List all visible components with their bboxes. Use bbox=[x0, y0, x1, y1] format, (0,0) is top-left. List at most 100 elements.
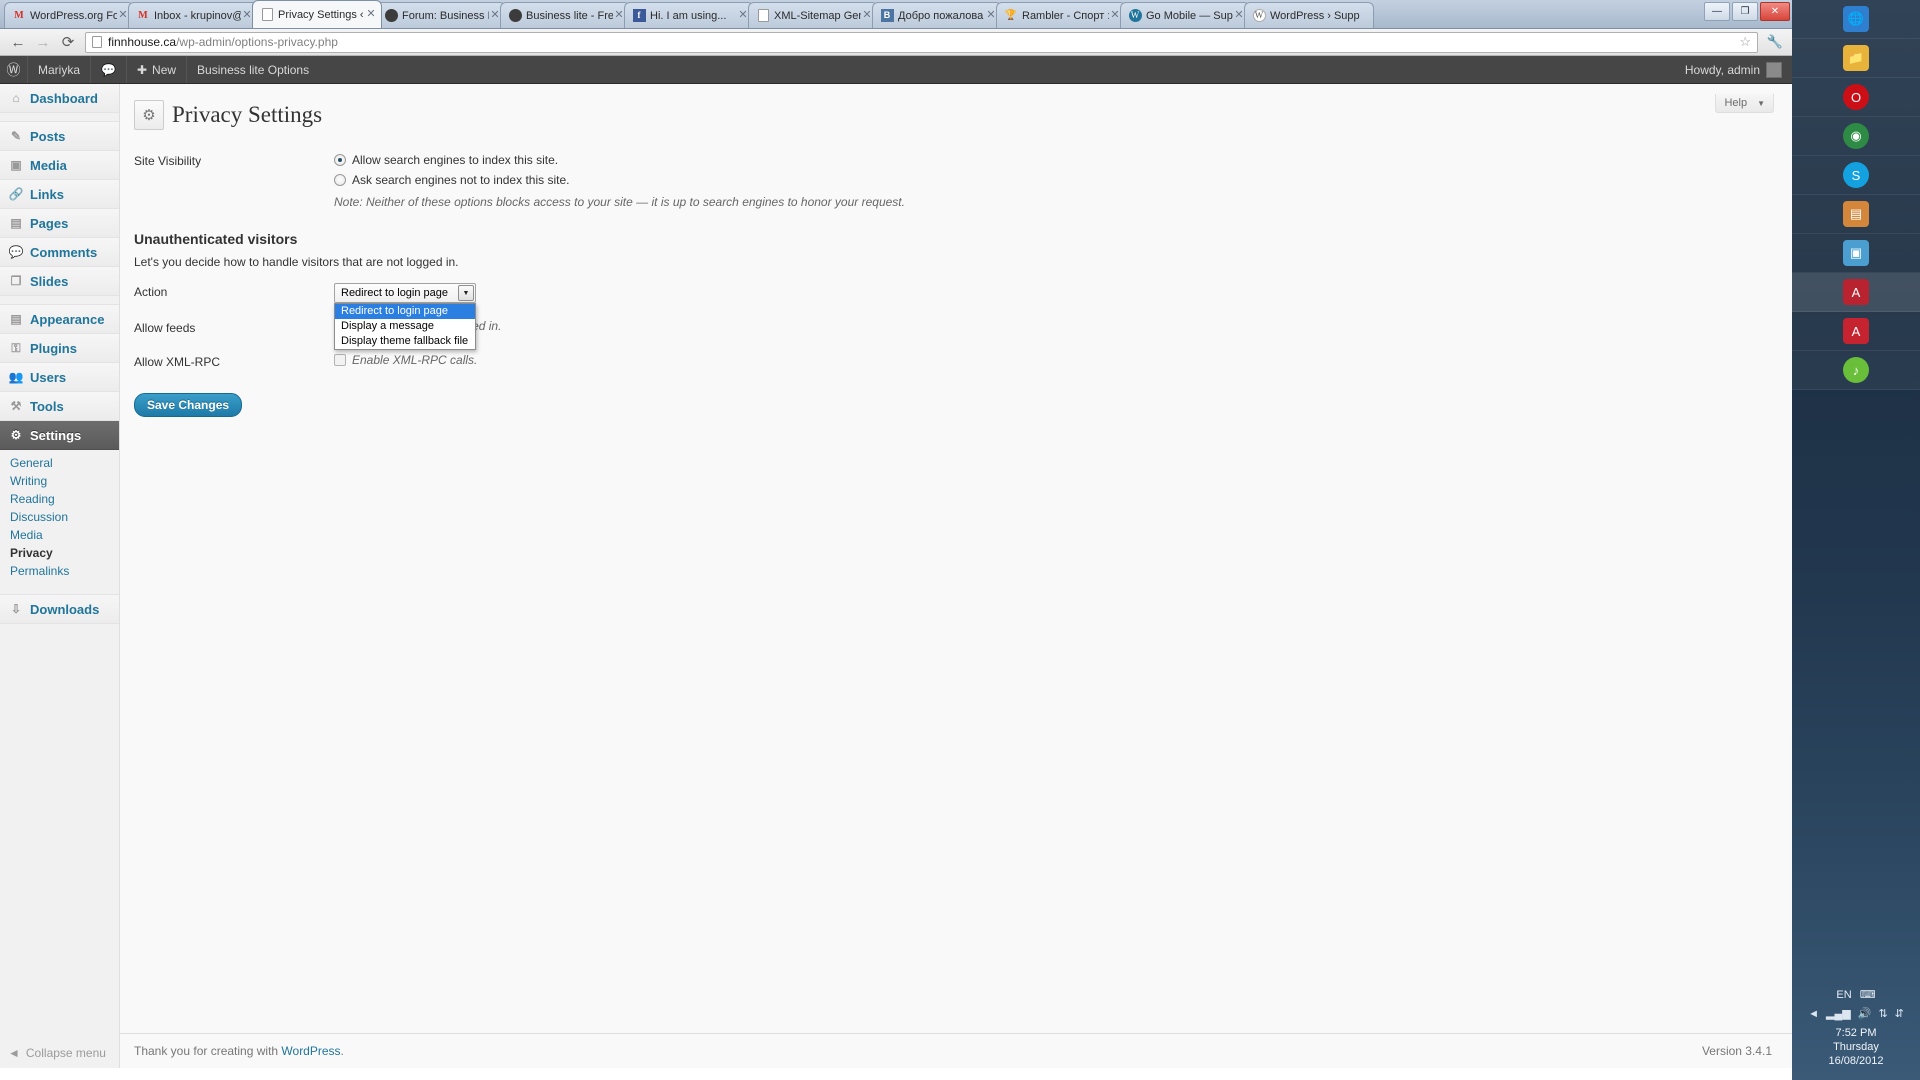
select-option[interactable]: Display theme fallback file bbox=[335, 334, 475, 349]
help-tab-button[interactable]: Help ▼ bbox=[1715, 94, 1774, 113]
sidebar-item-downloads[interactable]: ⇩ Downloads bbox=[0, 595, 119, 624]
sidebar-item-dashboard[interactable]: ⌂ Dashboard bbox=[0, 84, 119, 113]
update-icon[interactable]: ⇵ bbox=[1895, 1007, 1904, 1020]
admin-bar-theme-options[interactable]: Business lite Options bbox=[187, 56, 319, 83]
collapse-menu-button[interactable]: ◄ Collapse menu bbox=[0, 1038, 119, 1068]
chevron-down-icon[interactable]: ▼ bbox=[458, 285, 474, 301]
sidebar-item-tools[interactable]: ⚒ Tools bbox=[0, 392, 119, 421]
browser-tab[interactable]: M Inbox - krupinov@ ✕ bbox=[128, 2, 258, 28]
clock[interactable]: 7:52 PM Thursday 16/08/2012 bbox=[1828, 1026, 1883, 1068]
browser-tab[interactable]: 🏆 Rambler - Спорт : ✕ bbox=[996, 2, 1126, 28]
footer-wordpress-link[interactable]: WordPress bbox=[281, 1044, 340, 1058]
language-indicator[interactable]: EN bbox=[1836, 989, 1851, 1001]
home-icon: ⌂ bbox=[12, 91, 20, 105]
allow-feeds-control[interactable]: ds even when not logged in. bbox=[334, 319, 1762, 333]
radio-block-index[interactable]: Ask search engines not to index this sit… bbox=[334, 172, 1762, 192]
tray-language-row[interactable]: EN ⌨ bbox=[1836, 984, 1875, 1003]
sidebar-item-media[interactable]: ▣ Media bbox=[0, 151, 119, 180]
reload-icon[interactable]: ⟳ bbox=[56, 31, 80, 53]
bookmark-star-icon[interactable]: ☆ bbox=[1739, 34, 1751, 50]
admin-bar-site-name[interactable]: Mariyka bbox=[28, 56, 92, 83]
dock-item-acrobat[interactable]: A bbox=[1792, 273, 1920, 312]
maximize-button[interactable]: ❐ bbox=[1732, 2, 1758, 21]
sidebar-item-label: Pages bbox=[30, 215, 69, 231]
sidebar-item-plugins[interactable]: ⚿ Plugins bbox=[0, 334, 119, 363]
action-label: Action bbox=[134, 285, 168, 299]
browser-tab[interactable]: M WordPress.org For ✕ bbox=[4, 2, 134, 28]
dock-item-skype[interactable]: S bbox=[1792, 156, 1920, 195]
tab-strip: M WordPress.org For ✕ M Inbox - krupinov… bbox=[0, 0, 1792, 29]
browser-tab-active[interactable]: Privacy Settings ‹ M ✕ bbox=[252, 0, 382, 28]
save-changes-button[interactable]: Save Changes bbox=[134, 393, 243, 417]
submenu-item-permalinks[interactable]: Permalinks bbox=[0, 562, 119, 580]
dock-item-folder[interactable]: 📁 bbox=[1792, 39, 1920, 78]
browser-tab[interactable]: B Добро пожалова ✕ bbox=[872, 2, 1002, 28]
admin-footer: Thank you for creating with WordPress. V… bbox=[120, 1033, 1792, 1068]
tray-expand-icon[interactable]: ◄ bbox=[1808, 1008, 1819, 1020]
submenu-item-privacy[interactable]: Privacy bbox=[0, 544, 119, 562]
browser-tab[interactable]: Forum: Business Li ✕ bbox=[376, 2, 506, 28]
back-icon[interactable]: ← bbox=[6, 31, 30, 53]
action-row: Action Redirect to login page ▼ Redirect… bbox=[134, 275, 1772, 350]
browser-tab[interactable]: XML-Sitemap Gen ✕ bbox=[748, 2, 878, 28]
radio-icon-checked[interactable] bbox=[334, 154, 346, 166]
dock-item-chrome[interactable]: ◉ bbox=[1792, 117, 1920, 156]
dock-item-opera[interactable]: O bbox=[1792, 78, 1920, 117]
sidebar-item-links[interactable]: 🔗 Links bbox=[0, 180, 119, 209]
dock-item-music[interactable]: ♪ bbox=[1792, 351, 1920, 390]
wp-logo-icon[interactable]: Ⓦ bbox=[0, 56, 28, 83]
dock-item-globe[interactable]: 🌐 bbox=[1792, 0, 1920, 39]
allow-xmlrpc-control[interactable]: Enable XML-RPC calls. bbox=[334, 353, 1762, 367]
keyboard-icon[interactable]: ⌨ bbox=[1860, 988, 1876, 1001]
tab-title: WordPress.org For bbox=[30, 9, 117, 22]
dock-item-book[interactable]: ▤ bbox=[1792, 195, 1920, 234]
sidebar-item-users[interactable]: 👥 Users bbox=[0, 363, 119, 392]
browser-tab[interactable]: W WordPress › Supp bbox=[1244, 2, 1374, 28]
tab-title: Добро пожалова bbox=[898, 9, 984, 22]
settings-wrap: Help ▼ ⚙ Privacy Settings Site Visibilit… bbox=[120, 94, 1792, 417]
browser-tab[interactable]: f Hi. I am using... ✕ bbox=[624, 2, 754, 28]
submenu-item-writing[interactable]: Writing bbox=[0, 472, 119, 490]
gmail-icon: M bbox=[14, 9, 24, 21]
comment-icon: 💬 bbox=[8, 245, 24, 259]
sidebar-item-appearance[interactable]: ▤ Appearance bbox=[0, 305, 119, 334]
sidebar-item-posts[interactable]: ✎ Posts bbox=[0, 122, 119, 151]
close-button[interactable]: ✕ bbox=[1760, 2, 1790, 21]
submenu-item-media[interactable]: Media bbox=[0, 526, 119, 544]
radio-allow-index[interactable]: Allow search engines to index this site. bbox=[334, 152, 1762, 172]
sidebar-item-comments[interactable]: 💬 Comments bbox=[0, 238, 119, 267]
minimize-button[interactable]: — bbox=[1704, 2, 1730, 21]
address-bar[interactable]: finnhouse.ca /wp-admin/options-privacy.p… bbox=[85, 31, 1758, 53]
select-option[interactable]: Display a message bbox=[335, 319, 475, 334]
browser-tab[interactable]: Business lite - Free ✕ bbox=[500, 2, 630, 28]
system-tray: EN ⌨ ◄ ▂▄▆ 🔊 ⇅ ⇵ 7:52 PM Thursday 16/08/… bbox=[1792, 984, 1920, 1080]
submenu-item-reading[interactable]: Reading bbox=[0, 490, 119, 508]
admin-bar-howdy[interactable]: Howdy, admin bbox=[1675, 56, 1792, 83]
footer-thanks-text: Thank you for creating with bbox=[134, 1044, 282, 1058]
admin-bar-new[interactable]: ✚ New bbox=[127, 56, 188, 83]
forward-icon[interactable]: → bbox=[31, 31, 55, 53]
footer-credit: Thank you for creating with WordPress. bbox=[134, 1044, 344, 1058]
network-icon[interactable]: ⇅ bbox=[1878, 1007, 1887, 1020]
submenu-item-general[interactable]: General bbox=[0, 454, 119, 472]
tab-close-icon[interactable]: ✕ bbox=[365, 8, 377, 21]
browser-tab[interactable]: W Go Mobile — Supp ✕ bbox=[1120, 2, 1250, 28]
select-option[interactable]: Redirect to login page bbox=[335, 304, 475, 319]
signal-icon[interactable]: ▂▄▆ bbox=[1826, 1007, 1851, 1020]
sidebar-item-slides[interactable]: ❐ Slides bbox=[0, 267, 119, 296]
volume-icon[interactable]: 🔊 bbox=[1858, 1007, 1872, 1020]
dock-item-reader[interactable]: A bbox=[1792, 312, 1920, 351]
sidebar-item-settings[interactable]: ⚙ Settings bbox=[0, 421, 119, 450]
admin-content: Help ▼ ⚙ Privacy Settings Site Visibilit… bbox=[120, 84, 1792, 1068]
facebook-icon: f bbox=[632, 9, 646, 23]
action-select[interactable]: Redirect to login page ▼ bbox=[334, 283, 476, 303]
radio-icon[interactable] bbox=[334, 174, 346, 186]
dock-item-photos[interactable]: ▣ bbox=[1792, 234, 1920, 273]
checkbox-icon[interactable] bbox=[334, 354, 346, 366]
admin-bar: Ⓦ Mariyka 💬 ✚ New Business lite Options … bbox=[0, 56, 1792, 84]
submenu-item-discussion[interactable]: Discussion bbox=[0, 508, 119, 526]
sidebar-item-pages[interactable]: ▤ Pages bbox=[0, 209, 119, 238]
admin-bar-comments-icon[interactable]: 💬 bbox=[91, 56, 127, 83]
document-icon bbox=[756, 9, 770, 23]
wrench-menu-icon[interactable]: 🔧 bbox=[1764, 31, 1786, 53]
